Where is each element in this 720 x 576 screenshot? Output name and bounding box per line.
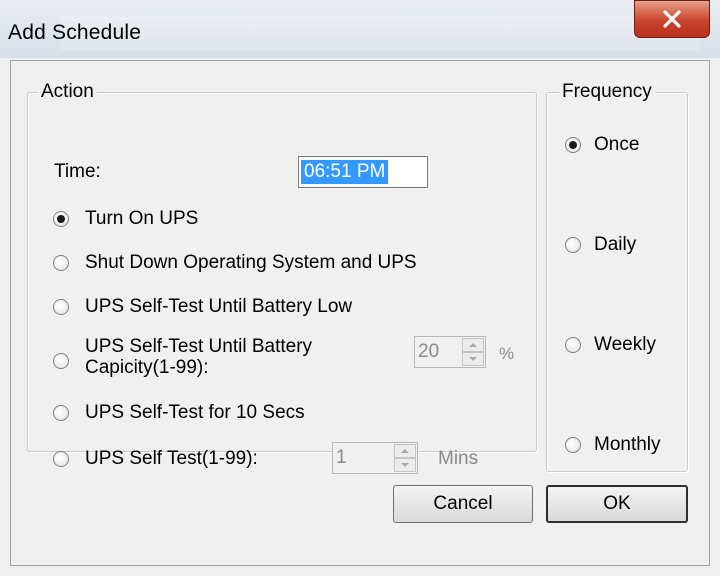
capacity-stepper[interactable]: 20 xyxy=(414,336,486,368)
chevron-down-icon xyxy=(469,357,477,361)
close-button[interactable] xyxy=(634,0,710,38)
time-value-selected: 06:51 PM xyxy=(301,160,389,184)
option-self-test-10-secs-label: UPS Self-Test for 10 Secs xyxy=(85,402,305,423)
radio-self-test-battery-low[interactable] xyxy=(53,299,69,315)
chevron-up-icon xyxy=(469,343,477,347)
capacity-unit: % xyxy=(499,344,515,363)
minutes-unit: Mins xyxy=(438,448,479,469)
chevron-down-icon xyxy=(401,463,409,467)
capacity-increment-button[interactable] xyxy=(462,338,484,352)
minutes-value: 1 xyxy=(336,447,347,468)
option-self-test-battery-low-label: UPS Self-Test Until Battery Low xyxy=(85,296,353,317)
title-bar[interactable]: Add Schedule xyxy=(0,0,720,58)
option-self-test-capacity-label-line2: Capicity(1-99): xyxy=(85,357,209,378)
minutes-decrement-button[interactable] xyxy=(394,458,416,472)
frequency-daily-label: Daily xyxy=(594,234,637,255)
radio-self-test-capacity[interactable] xyxy=(53,353,69,369)
radio-frequency-once[interactable] xyxy=(565,137,581,153)
minutes-stepper[interactable]: 1 xyxy=(332,442,418,474)
radio-self-test-10-secs[interactable] xyxy=(53,405,69,421)
window-title: Add Schedule xyxy=(8,21,142,44)
time-label: Time: xyxy=(54,161,101,182)
frequency-group-label: Frequency xyxy=(559,81,655,103)
capacity-decrement-button[interactable] xyxy=(462,352,484,366)
capacity-value: 20 xyxy=(418,341,440,362)
background-window-ghost xyxy=(60,16,700,50)
frequency-once-label: Once xyxy=(594,134,640,155)
option-self-test-minutes-label: UPS Self Test(1-99): xyxy=(85,448,258,469)
time-input[interactable]: 06:51 PM xyxy=(298,156,428,188)
option-turn-on-ups-label: Turn On UPS xyxy=(85,208,199,229)
radio-frequency-monthly[interactable] xyxy=(565,437,581,453)
frequency-weekly-label: Weekly xyxy=(594,334,656,355)
radio-shutdown-os-ups[interactable] xyxy=(53,255,69,271)
close-icon xyxy=(663,10,681,28)
radio-frequency-daily[interactable] xyxy=(565,237,581,253)
radio-frequency-weekly[interactable] xyxy=(565,337,581,353)
chevron-up-icon xyxy=(401,449,409,453)
frequency-monthly-label: Monthly xyxy=(594,434,661,455)
dialog-body: Action Time: 06:51 PM Turn On UPS Shut D… xyxy=(10,60,710,566)
ok-button[interactable]: OK xyxy=(546,485,688,523)
option-self-test-capacity-label-line1: UPS Self-Test Until Battery xyxy=(85,336,313,357)
radio-turn-on-ups[interactable] xyxy=(53,211,69,227)
minutes-increment-button[interactable] xyxy=(394,444,416,458)
frequency-groupbox: Frequency Once Daily Weekly Monthly xyxy=(546,81,688,472)
radio-self-test-minutes[interactable] xyxy=(53,451,69,467)
action-group-label: Action xyxy=(38,81,97,103)
cancel-button[interactable]: Cancel xyxy=(393,485,533,523)
action-groupbox: Action Time: 06:51 PM Turn On UPS Shut D… xyxy=(27,81,537,474)
option-shutdown-os-ups-label: Shut Down Operating System and UPS xyxy=(85,252,417,273)
